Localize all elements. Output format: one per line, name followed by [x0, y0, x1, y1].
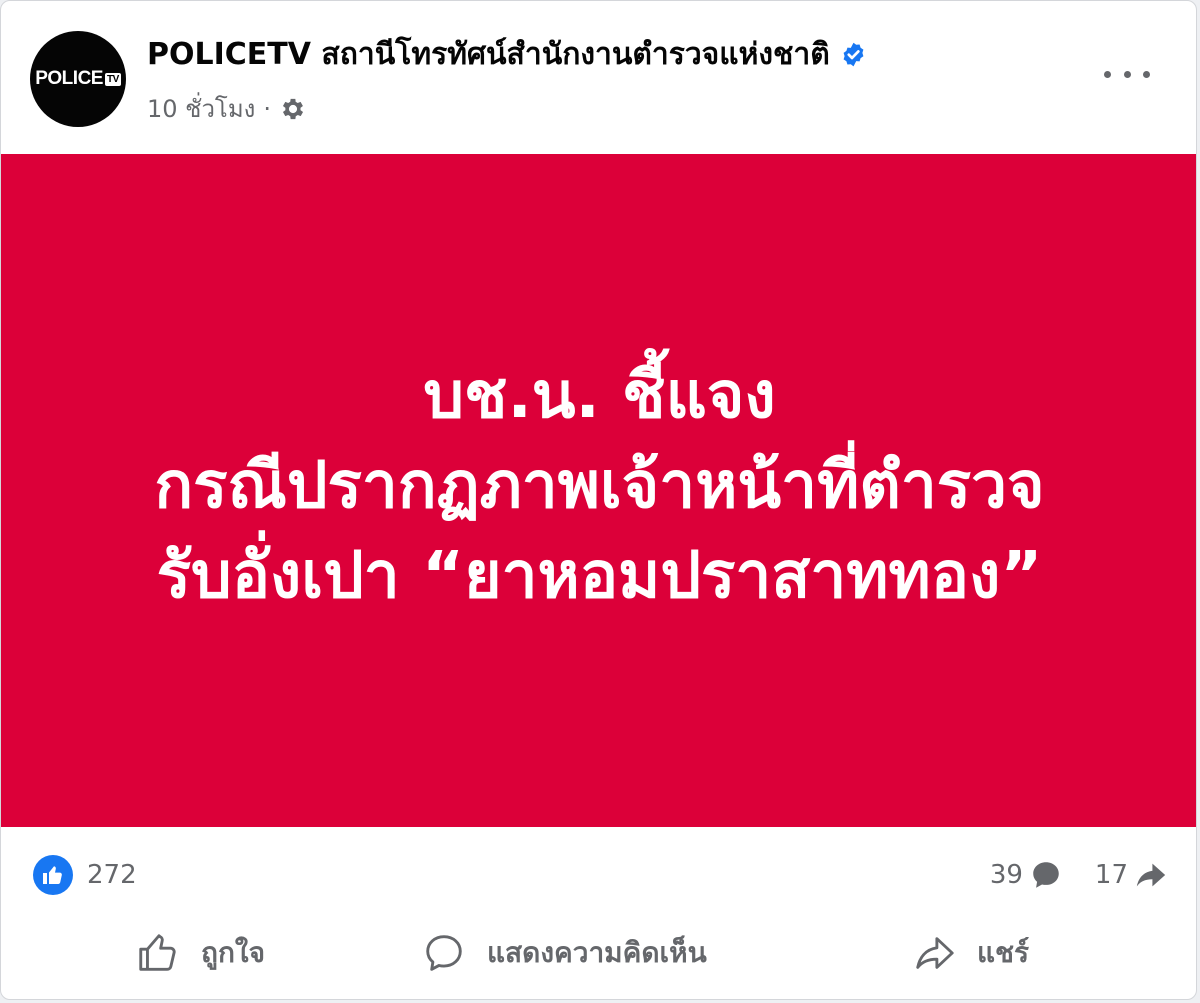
reactions-count: 272 [87, 860, 137, 890]
more-options-button[interactable] [1104, 59, 1150, 89]
more-dot-icon [1123, 70, 1131, 78]
reactions-summary[interactable]: 272 [33, 855, 137, 895]
post-stats: 272 39 17 [33, 853, 1168, 897]
comments-count: 39 [989, 860, 1023, 890]
share-arrow-icon [1136, 863, 1166, 887]
share-label: แชร์ [977, 936, 1030, 969]
post-actions: ถูกใจ แสดงความคิดเห็น แชร์ [1, 923, 1196, 983]
gear-icon[interactable] [279, 95, 307, 123]
share-icon [916, 937, 954, 969]
post-card: POLICE TV POLICETV สถานีโทรทัศน์สำนักงาน… [0, 0, 1197, 1000]
post-headline-line-2: กรณีปรากฏภาพเจ้าหน้าที่ตำรวจ [154, 448, 1045, 523]
post-image[interactable]: บช.น. ชี้แจง กรณีปรากฏภาพเจ้าหน้าที่ตำรว… [1, 154, 1196, 827]
more-dot-icon [1143, 70, 1150, 78]
avatar-logo: POLICE TV [35, 68, 121, 89]
thumbs-up-icon [139, 934, 176, 971]
author-name-link[interactable]: POLICETV สถานีโทรทัศน์สำนักงานตำรวจแห่งช… [147, 31, 830, 78]
like-button[interactable]: ถูกใจ [135, 930, 265, 976]
shares-count: 17 [1094, 860, 1128, 890]
comment-bubble-icon [1033, 862, 1059, 888]
shares-count-link[interactable]: 17 [1095, 858, 1168, 892]
comment-button[interactable]: แสดงความคิดเห็น [421, 930, 707, 976]
meta-separator: · [263, 94, 272, 123]
post-timestamp[interactable]: 10 ชั่วโมง [147, 89, 255, 128]
more-dot-icon [1104, 70, 1111, 78]
post-author: POLICETV สถานีโทรทัศน์สำนักงานตำรวจแห่งช… [147, 31, 867, 78]
post-image-text: บช.น. ชี้แจง กรณีปรากฏภาพเจ้าหน้าที่ตำรว… [154, 351, 1044, 621]
share-button[interactable]: แชร์ [911, 930, 1029, 976]
like-label: ถูกใจ [201, 936, 265, 969]
post-headline-line-3: รับอั่งเปา “ยาหอมปราสาททอง” [156, 538, 1043, 613]
post-meta: 10 ชั่วโมง · [147, 89, 307, 128]
comment-label: แสดงความคิดเห็น [487, 936, 707, 969]
like-reaction-icon [33, 855, 73, 895]
comment-icon [426, 935, 462, 971]
page-avatar[interactable]: POLICE TV [30, 31, 126, 127]
comments-count-link[interactable]: 39 [990, 858, 1063, 892]
post-headline-line-1: บช.น. ชี้แจง [423, 358, 776, 433]
engagement-counts: 39 17 [990, 858, 1168, 892]
verified-badge-icon [843, 42, 864, 67]
